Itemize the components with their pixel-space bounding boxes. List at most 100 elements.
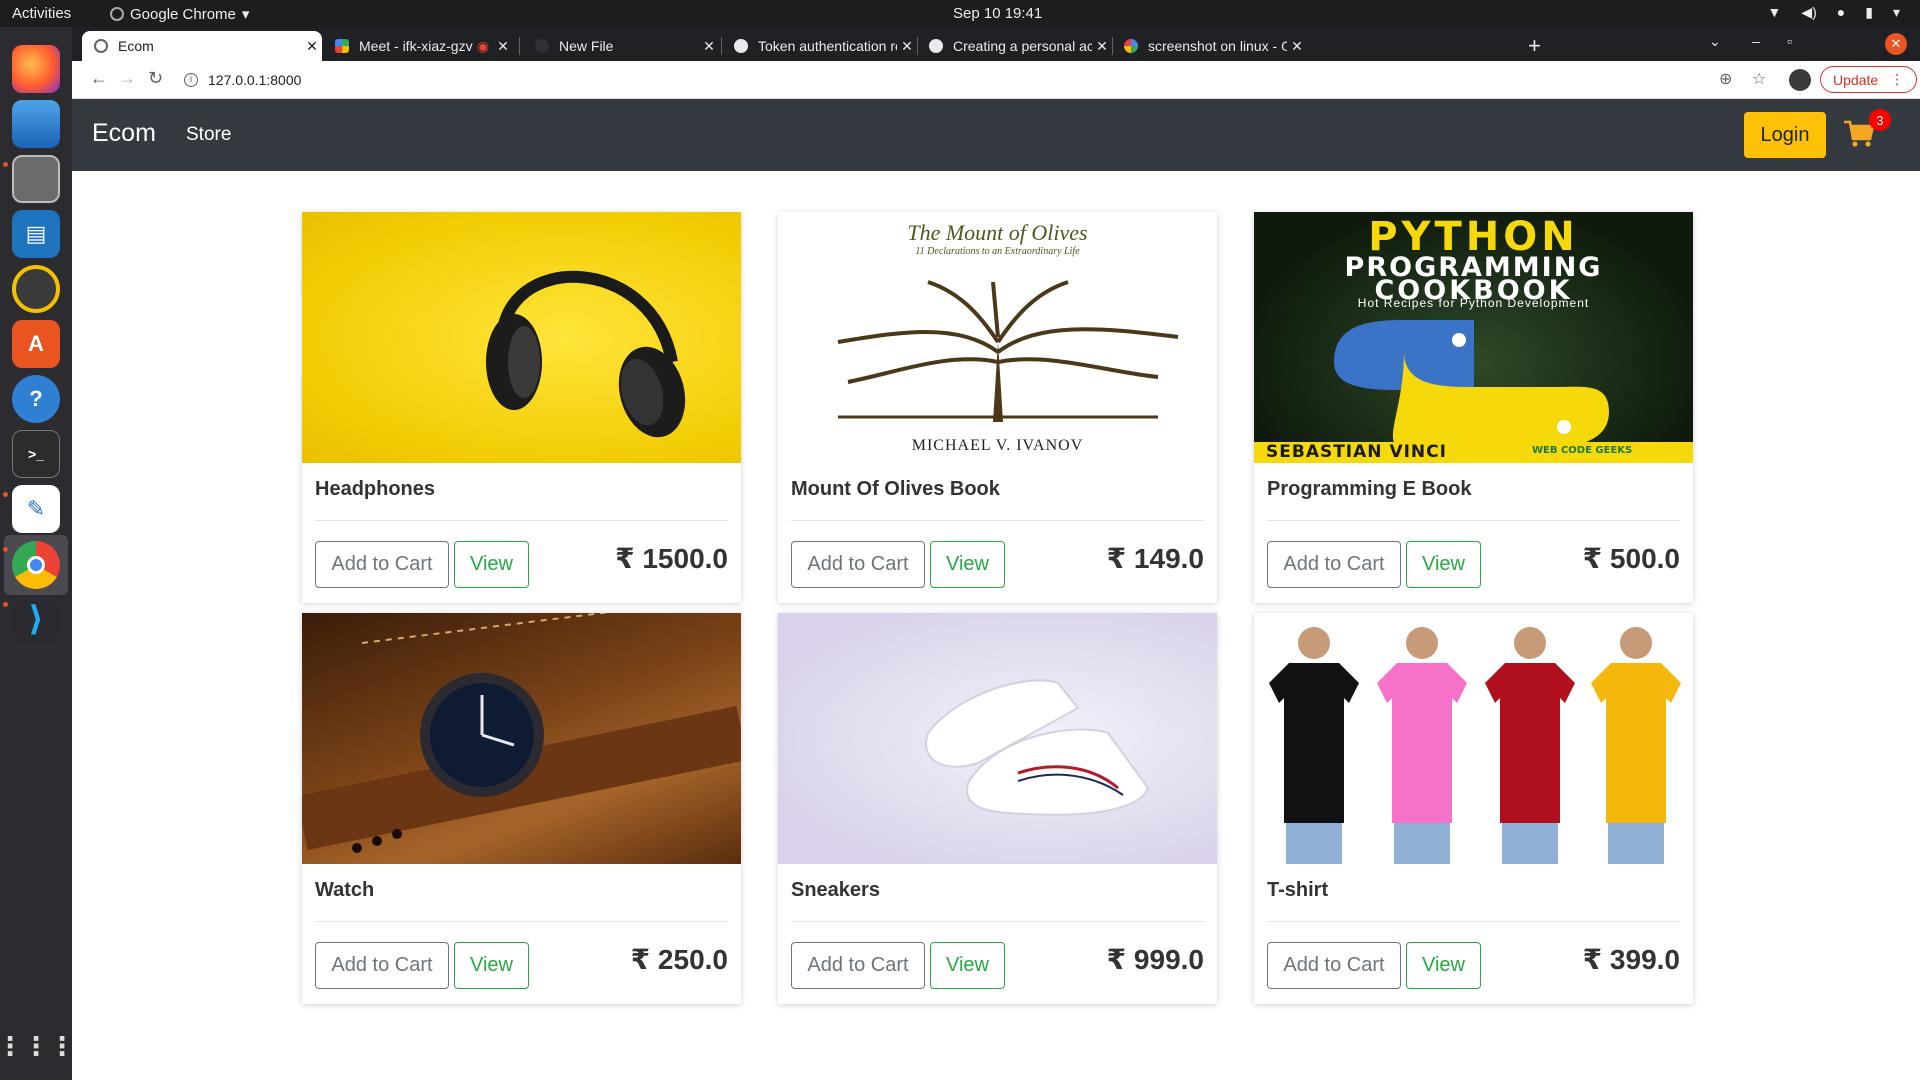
add-to-cart-button[interactable]: Add to Cart <box>791 942 925 989</box>
close-tab-icon[interactable]: ✕ <box>1287 38 1307 55</box>
product-price: ₹ 500.0 <box>1582 543 1680 574</box>
product-card: T-shirt Add to Cart View ₹ 399.0 <box>1254 613 1693 1004</box>
running-indicator <box>3 547 8 552</box>
tab-separator <box>519 37 520 55</box>
battery-icon: ▮ <box>1865 4 1873 20</box>
zoom-icon[interactable]: ⊕ <box>1719 69 1732 89</box>
tab-ecom[interactable]: Ecom ✕ <box>82 31 322 61</box>
meet-icon <box>335 39 349 53</box>
text-editor-icon[interactable]: ✎ <box>12 485 60 533</box>
view-button[interactable]: View <box>454 541 529 588</box>
tab-meet[interactable]: Meet - ifk-xiaz-gzv ◉ ✕ <box>323 31 513 61</box>
product-price: ₹ 399.0 <box>1582 944 1680 975</box>
divider <box>315 921 728 922</box>
product-price: ₹ 250.0 <box>630 944 728 975</box>
software-center-icon[interactable]: A <box>12 320 60 368</box>
forward-arrow-icon[interactable]: → <box>118 68 136 89</box>
firefox-icon[interactable] <box>12 45 60 93</box>
python-cookbook-cover-image[interactable]: PYTHON PROGRAMMING COOKBOOK Hot Recipes … <box>1254 212 1693 463</box>
restore-icon[interactable]: ▫ <box>1787 33 1792 49</box>
product-name: Watch <box>315 879 375 901</box>
close-tab-icon[interactable]: ✕ <box>699 38 719 55</box>
site-info-icon[interactable]: i <box>184 72 198 87</box>
files-icon[interactable] <box>12 155 60 203</box>
product-name: Programming E Book <box>1267 478 1472 500</box>
site-navbar: Ecom Store Login 3 <box>72 99 1920 171</box>
add-to-cart-button[interactable]: Add to Cart <box>1267 942 1401 989</box>
thunderbird-icon[interactable] <box>12 100 60 148</box>
add-to-cart-button[interactable]: Add to Cart <box>315 942 449 989</box>
cover-author: SEBASTIAN VINCI <box>1266 442 1447 462</box>
volume-icon: ◀) <box>1801 4 1817 20</box>
close-tab-icon[interactable]: ✕ <box>493 38 513 55</box>
view-button[interactable]: View <box>454 942 529 989</box>
divider <box>1267 921 1680 922</box>
rhythmbox-icon[interactable] <box>12 265 60 313</box>
tab-google-search[interactable]: screenshot on linux - Goo ✕ <box>1112 31 1307 61</box>
browser-toolbar: ← → ↻ i 127.0.0.1:8000 ⊕ ☆ Update ⋮ <box>72 61 1920 99</box>
new-tab-plus-icon[interactable]: + <box>1528 33 1541 59</box>
add-to-cart-button[interactable]: Add to Cart <box>1267 541 1401 588</box>
tab-token-auth[interactable]: Token authentication req ✕ <box>722 31 917 61</box>
product-name: T-shirt <box>1267 879 1329 901</box>
update-label: Update <box>1833 71 1879 88</box>
system-tray[interactable]: ▼ ◀) ● ▮ ▾ <box>1767 4 1900 21</box>
store-link[interactable]: Store <box>186 124 231 146</box>
mount-of-olives-cover-image[interactable]: The Mount of Olives 11 Declarations to a… <box>778 212 1217 463</box>
bookmark-star-icon[interactable]: ☆ <box>1752 69 1766 89</box>
tab-title: Meet - ifk-xiaz-gzv <box>359 38 473 54</box>
help-icon[interactable]: ? <box>12 375 60 423</box>
divider <box>791 520 1204 521</box>
show-apps-grid-icon[interactable]: ⋮⋮⋮ <box>0 1022 75 1070</box>
tab-new-file[interactable]: New File ✕ <box>523 31 719 61</box>
add-to-cart-button[interactable]: Add to Cart <box>791 541 925 588</box>
profile-avatar[interactable] <box>1789 69 1811 91</box>
close-tab-icon[interactable]: ✕ <box>897 38 917 55</box>
writer-icon[interactable]: ▤ <box>12 210 60 258</box>
product-name: Mount Of Olives Book <box>791 478 1000 500</box>
microphone-icon: ● <box>1836 4 1846 20</box>
app-menu[interactable]: Google Chrome ▾ <box>110 5 249 23</box>
caret-down-icon: ▾ <box>241 6 250 23</box>
cover-author: MICHAEL V. IVANOV <box>911 437 1084 454</box>
headphones-image[interactable] <box>302 212 741 463</box>
vscode-icon[interactable]: ⟩ <box>12 595 60 643</box>
chrome-icon[interactable] <box>12 541 60 589</box>
sneakers-image[interactable] <box>778 613 1217 864</box>
view-button[interactable]: View <box>930 541 1005 588</box>
update-button[interactable]: Update ⋮ <box>1820 66 1918 93</box>
github-icon <box>929 39 943 53</box>
tab-search-icon[interactable]: ⌄ <box>1709 33 1721 50</box>
view-button[interactable]: View <box>1406 942 1481 989</box>
close-tab-icon[interactable]: ✕ <box>302 38 322 55</box>
tshirts-image[interactable] <box>1254 613 1693 864</box>
login-button[interactable]: Login <box>1744 112 1826 158</box>
brand-link[interactable]: Ecom <box>92 119 156 148</box>
chrome-app-icon <box>110 7 124 21</box>
view-button[interactable]: View <box>930 942 1005 989</box>
back-arrow-icon[interactable]: ← <box>90 68 108 89</box>
close-window-icon[interactable]: ✕ <box>1885 33 1907 55</box>
add-to-cart-button[interactable]: Add to Cart <box>315 541 449 588</box>
tab-personal-access[interactable]: Creating a personal acces ✕ <box>917 31 1112 61</box>
product-price: ₹ 1500.0 <box>615 543 728 574</box>
activities-button[interactable]: Activities <box>12 5 71 22</box>
product-card: The Mount of Olives 11 Declarations to a… <box>778 212 1217 603</box>
github-icon <box>734 39 748 53</box>
minimize-icon[interactable]: – <box>1752 33 1760 49</box>
tab-title: screenshot on linux - Goo <box>1148 38 1287 54</box>
view-button[interactable]: View <box>1406 541 1481 588</box>
reload-icon[interactable]: ↻ <box>148 68 163 89</box>
app-menu-label: Google Chrome <box>130 5 236 23</box>
address-bar[interactable]: i 127.0.0.1:8000 <box>184 65 1784 94</box>
tab-title: New File <box>559 38 614 54</box>
watch-image[interactable] <box>302 613 741 864</box>
divider <box>1267 520 1680 521</box>
google-icon <box>1124 39 1138 53</box>
system-top-bar: Activities Google Chrome ▾ Sep 10 19:41 … <box>0 0 1920 27</box>
close-tab-icon[interactable]: ✕ <box>1092 38 1112 55</box>
product-price: ₹ 149.0 <box>1106 543 1204 574</box>
clock[interactable]: Sep 10 19:41 <box>953 5 1042 22</box>
web-page: Ecom Store Login 3 Headphones Add to Car… <box>72 99 1920 1080</box>
terminal-icon[interactable]: >_ <box>12 430 60 478</box>
